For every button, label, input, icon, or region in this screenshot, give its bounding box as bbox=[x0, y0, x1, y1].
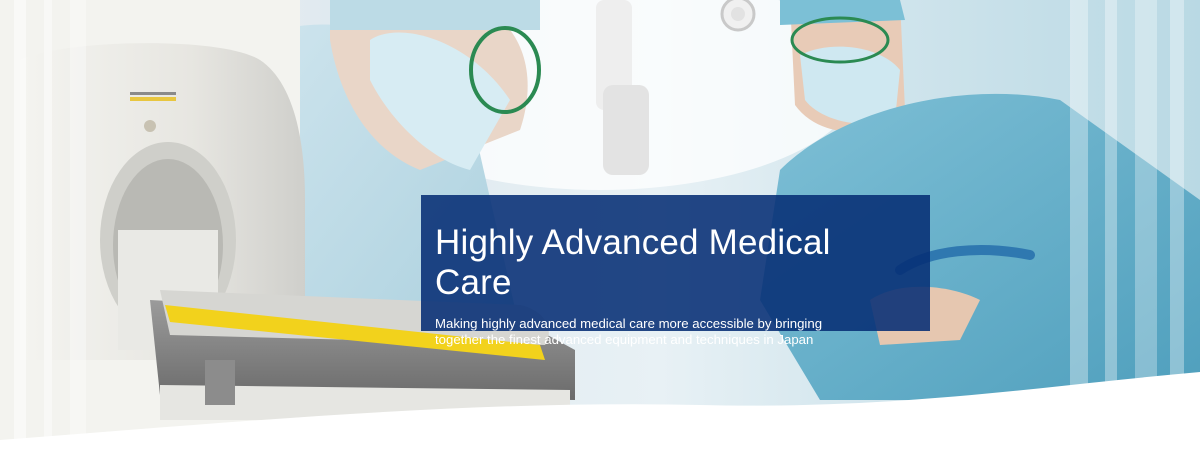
hero-subtitle: Making highly advanced medical care more… bbox=[435, 316, 914, 348]
hero-title: Highly Advanced Medical Care bbox=[435, 223, 831, 302]
hero-subtitle-line-1: Making highly advanced medical care more… bbox=[435, 316, 823, 331]
hero-caption-box: Highly Advanced Medical Care Making high… bbox=[421, 195, 930, 347]
hero-subtitle-line-2: together the finest advanced equipment a… bbox=[435, 332, 814, 347]
hero-banner: Highly Advanced Medical Care Making high… bbox=[0, 0, 1200, 460]
